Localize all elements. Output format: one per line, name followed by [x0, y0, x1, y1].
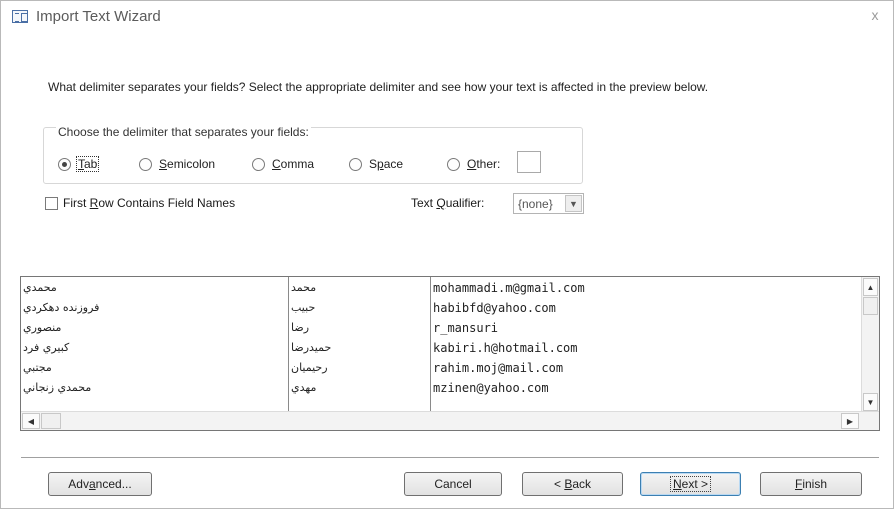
preview-cell: rahim.moj@mail.com — [433, 361, 564, 375]
chevron-down-icon[interactable]: ▼ — [565, 195, 582, 212]
radio-comma-label: Comma — [272, 157, 315, 171]
radio-semicolon-label: Semicolon — [159, 157, 216, 171]
delimiter-group-legend: Choose the delimiter that separates your… — [56, 125, 311, 139]
radio-other-indicator[interactable] — [447, 157, 460, 171]
window-title: Import Text Wizard — [36, 8, 161, 25]
finish-button[interactable]: Finish — [760, 472, 862, 496]
advanced-button[interactable]: Advanced... — [48, 472, 152, 496]
vertical-scrollbar[interactable]: ▲ ▼ — [861, 277, 879, 412]
radio-space[interactable]: Space — [349, 156, 404, 172]
preview-cell: محمد — [291, 281, 317, 294]
preview-cell: mzinen@yahoo.com — [433, 381, 549, 395]
radio-space-indicator[interactable] — [349, 157, 362, 171]
radio-semicolon-indicator[interactable] — [139, 157, 152, 171]
preview-cell: محمدي زنجاني — [23, 381, 92, 394]
radio-semicolon[interactable]: Semicolon — [139, 156, 216, 172]
scroll-up-icon[interactable]: ▲ — [863, 278, 878, 296]
radio-comma-indicator[interactable] — [252, 157, 265, 171]
vertical-scroll-thumb[interactable] — [863, 297, 878, 315]
preview-cell: مهدي — [291, 381, 317, 394]
preview-cell: مجتبي — [23, 361, 52, 374]
radio-space-label: Space — [369, 157, 404, 171]
radio-other[interactable]: Other: — [447, 156, 501, 172]
back-button[interactable]: < Back — [522, 472, 623, 496]
text-qualifier-value: {none} — [518, 196, 553, 211]
preview-column-1[interactable]: محمدي فروزنده دهكردي منصوري كبيري فرد مج… — [21, 277, 289, 412]
radio-tab[interactable]: Tab — [58, 156, 100, 172]
button-separator — [21, 457, 879, 458]
wizard-app-icon — [12, 10, 28, 23]
preview-cell: منصوري — [23, 321, 62, 334]
title-bar: Import Text Wizard x — [1, 1, 893, 31]
first-row-checkbox-label: First Row Contains Field Names — [63, 196, 236, 210]
preview-cell: محمدي — [23, 281, 57, 294]
delimiter-prompt: What delimiter separates your fields? Se… — [48, 80, 709, 94]
first-row-checkbox-box[interactable] — [45, 196, 58, 210]
preview-grid[interactable]: محمدي فروزنده دهكردي منصوري كبيري فرد مج… — [20, 276, 880, 431]
preview-cell: mohammadi.m@gmail.com — [433, 281, 585, 295]
import-text-wizard-window: Import Text Wizard x What delimiter sepa… — [0, 0, 894, 509]
radio-comma[interactable]: Comma — [252, 156, 315, 172]
close-button[interactable]: x — [867, 7, 883, 23]
preview-cell: kabiri.h@hotmail.com — [433, 341, 578, 355]
first-row-field-names-checkbox[interactable]: First Row Contains Field Names — [45, 196, 235, 210]
preview-cell: حميدرضا — [291, 341, 332, 354]
radio-tab-indicator[interactable] — [58, 157, 71, 171]
radio-tab-label: Tab — [75, 156, 100, 172]
text-qualifier-label: Text Qualifier: — [411, 196, 485, 210]
preview-column-3[interactable]: mohammadi.m@gmail.com habibfd@yahoo.com … — [431, 277, 861, 412]
preview-cell: رحيميان — [291, 361, 328, 374]
next-button[interactable]: Next > — [640, 472, 741, 496]
horizontal-scroll-thumb[interactable] — [41, 413, 61, 429]
scroll-left-icon[interactable]: ◀ — [22, 413, 40, 429]
preview-column-2[interactable]: محمد حبيب رضا حميدرضا رحيميان مهدي — [289, 277, 431, 412]
preview-cell: كبيري فرد — [23, 341, 70, 354]
preview-cell: habibfd@yahoo.com — [433, 301, 556, 315]
scroll-down-icon[interactable]: ▼ — [863, 393, 878, 411]
horizontal-scrollbar[interactable]: ◀ ▶ — [21, 411, 879, 430]
scroll-right-icon[interactable]: ▶ — [841, 413, 859, 429]
cancel-button[interactable]: Cancel — [404, 472, 502, 496]
preview-cell: فروزنده دهكردي — [23, 301, 100, 314]
text-qualifier-select[interactable]: {none} ▼ — [513, 193, 584, 214]
radio-other-label: Other: — [467, 157, 501, 171]
preview-cell: r_mansuri — [433, 321, 499, 335]
preview-cell: حبيب — [291, 301, 316, 314]
other-delimiter-input[interactable] — [517, 151, 541, 173]
preview-cell: رضا — [291, 321, 310, 334]
